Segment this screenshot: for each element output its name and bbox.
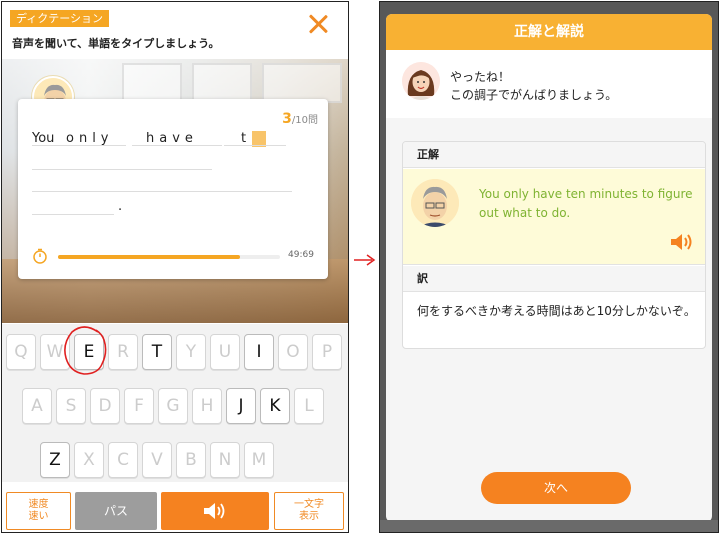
praise-section: やったね！ この調子でがんばりましょう。 (386, 50, 712, 118)
correct-sentence: You only have ten minutes to figure out … (479, 187, 693, 220)
mode-tag: ディクテーション (10, 10, 110, 27)
show-letter-button[interactable]: 一文字 表示 (274, 492, 344, 530)
keyboard: QWERTYUIOP ASDFGHJKL ZXCVBNM (2, 324, 348, 482)
key-g[interactable]: G (158, 388, 188, 424)
key-v[interactable]: V (142, 442, 172, 478)
key-y[interactable]: Y (176, 334, 206, 370)
play-audio-button[interactable] (161, 492, 269, 530)
arrow-right-icon (354, 254, 376, 266)
word-typed: have (146, 131, 198, 146)
word-given: You (32, 131, 55, 146)
key-b[interactable]: B (176, 442, 206, 478)
coach-avatar (402, 62, 440, 100)
key-c[interactable]: C (108, 442, 138, 478)
answer-modal: 正解と解説 やったね！ この調子でがんばりましょう。 正解 You only h… (386, 14, 712, 522)
key-j[interactable]: J (226, 388, 256, 424)
word-typed: only (66, 131, 114, 146)
key-t[interactable]: T (142, 334, 172, 370)
key-w[interactable]: W (40, 334, 70, 370)
key-m[interactable]: M (244, 442, 274, 478)
key-a[interactable]: A (22, 388, 52, 424)
action-bar: 速度 速い パス 一文字 表示 (2, 490, 348, 532)
timer-bar-fill (58, 255, 241, 259)
next-button[interactable]: 次へ (481, 472, 631, 504)
speaker-avatar (411, 179, 459, 227)
key-z[interactable]: Z (40, 442, 70, 478)
modal-title: 正解と解説 (386, 14, 712, 50)
praise-line-2: この調子でがんばりましょう。 (450, 88, 618, 102)
word-blank (32, 169, 212, 170)
answer-box: 正解 You only have ten minutes to figure o… (402, 141, 706, 349)
word-blank (224, 145, 286, 146)
key-s[interactable]: S (56, 388, 86, 424)
word-blank (32, 214, 114, 215)
key-q[interactable]: Q (6, 334, 36, 370)
key-i[interactable]: I (244, 334, 274, 370)
correct-label: 正解 (403, 142, 705, 168)
key-d[interactable]: D (90, 388, 120, 424)
key-o[interactable]: O (278, 334, 308, 370)
key-p[interactable]: P (312, 334, 342, 370)
sentence-period: . (118, 199, 123, 214)
key-r[interactable]: R (108, 334, 138, 370)
pass-button[interactable]: パス (75, 492, 157, 530)
dictation-screen: ディクテーション 音声を聞いて、単語をタイプしましょう。 3/10問 You o… (1, 1, 349, 533)
word-blank (32, 145, 126, 146)
key-u[interactable]: U (210, 334, 240, 370)
timer-bar (58, 255, 280, 259)
word-blank (132, 145, 222, 146)
key-h[interactable]: H (192, 388, 222, 424)
key-l[interactable]: L (294, 388, 324, 424)
key-x[interactable]: X (74, 442, 104, 478)
question-card: 3/10問 You only have t . 49:69 (18, 99, 328, 279)
footer-strip (380, 520, 718, 532)
result-screen: 正解と解説 やったね！ この調子でがんばりましょう。 正解 You only h… (379, 1, 719, 533)
key-e[interactable]: E (74, 334, 104, 370)
correct-answer-area: You only have ten minutes to figure out … (403, 169, 705, 265)
translation-label: 訳 (403, 266, 705, 292)
praise-line-1: やったね！ (450, 70, 511, 84)
instruction-text: 音声を聞いて、単語をタイプしましょう。 (12, 37, 220, 50)
speed-button[interactable]: 速度 速い (6, 492, 71, 530)
stopwatch-icon (33, 248, 47, 264)
speaker-icon[interactable] (669, 231, 695, 253)
key-n[interactable]: N (210, 442, 240, 478)
key-f[interactable]: F (124, 388, 154, 424)
question-counter: 3/10問 (282, 111, 318, 127)
word-blank (32, 191, 292, 192)
speaker-icon (204, 503, 225, 519)
timer-value: 49:69 (288, 250, 314, 260)
key-k[interactable]: K (260, 388, 290, 424)
translation-text: 何をするべきか考える時間はあと10分しかないぞ。 (417, 304, 696, 318)
word-typed: t (241, 131, 252, 146)
close-icon[interactable] (306, 12, 330, 36)
